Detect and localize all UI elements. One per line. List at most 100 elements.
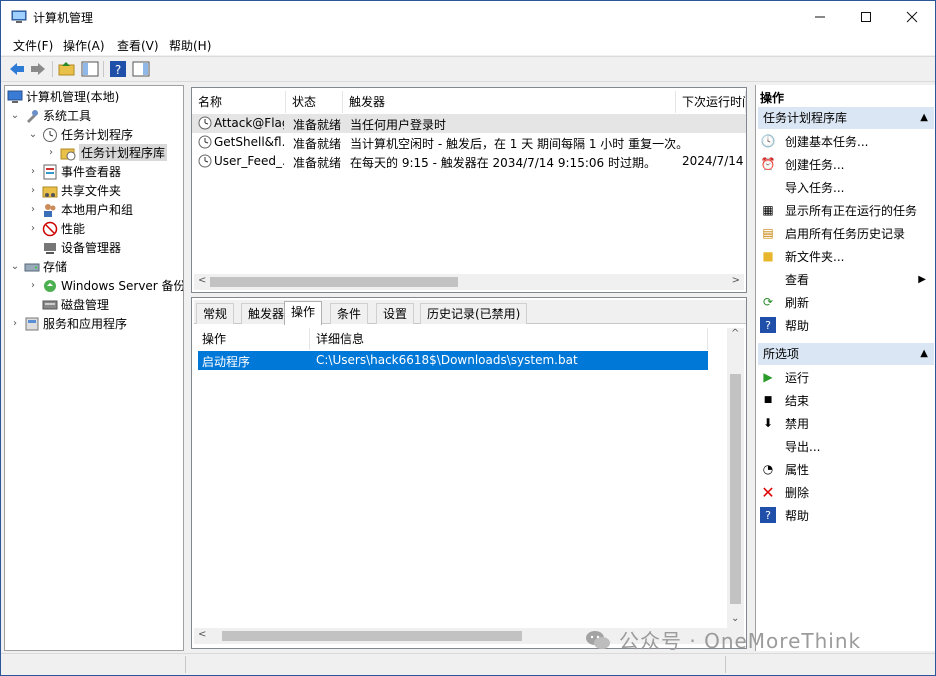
action-run[interactable]: ▶ 运行 (760, 367, 932, 387)
close-button[interactable] (889, 1, 935, 33)
scroll-left-icon[interactable]: < (198, 629, 206, 640)
action-end[interactable]: ■ 结束 (760, 390, 932, 410)
tree-node-services-apps[interactable]: › 服务和应用程序 (9, 314, 127, 333)
back-arrow-icon[interactable] (8, 60, 26, 78)
action-create-basic-task[interactable]: 🕓 创建基本任务... (760, 131, 932, 151)
tree-node-event-viewer[interactable]: › 事件查看器 (27, 162, 121, 181)
scroll-down-icon[interactable]: ⌄ (731, 613, 739, 624)
maximize-button[interactable] (843, 1, 889, 33)
tree-node-task-scheduler[interactable]: ⌄ 任务计划程序 (27, 125, 133, 144)
chevron-right-icon[interactable]: › (9, 318, 21, 329)
folder-icon: ■ (762, 249, 774, 263)
status-bar (1, 653, 935, 675)
tree-node-shared-folders[interactable]: › 共享文件夹 (27, 181, 121, 200)
collapse-icon[interactable]: ▲ (920, 343, 928, 365)
tree-node-windows-backup[interactable]: › Windows Server 备份 (27, 276, 183, 295)
column-header-status[interactable]: 状态 (286, 91, 343, 113)
chevron-down-icon[interactable]: ⌄ (27, 129, 39, 140)
scroll-right-icon[interactable]: > (732, 275, 740, 286)
help-icon: ? (760, 317, 776, 333)
column-header-trigger[interactable]: 触发器 (343, 91, 676, 113)
chevron-right-icon[interactable]: › (27, 166, 39, 177)
action-delete[interactable]: ✕ 删除 (760, 482, 932, 502)
section-header-selected-item[interactable]: 所选项 ▲ (758, 343, 934, 365)
action-display-running-tasks[interactable]: ▦ 显示所有正在运行的任务 (760, 200, 932, 220)
shared-folder-icon (42, 186, 58, 197)
column-header-action[interactable]: 操作 (196, 328, 310, 350)
tab-conditions[interactable]: 条件 (330, 303, 369, 324)
column-header-next-run[interactable]: 下次运行时间 (676, 91, 746, 113)
tab-settings[interactable]: 设置 (376, 303, 415, 324)
detail-vertical-scrollbar[interactable]: ^ ⌄ (727, 328, 744, 628)
chevron-right-icon[interactable]: › (27, 204, 39, 215)
up-folder-icon[interactable] (58, 60, 76, 78)
menu-help[interactable]: 帮助(H) (169, 37, 211, 54)
folder-clock-icon (60, 148, 76, 160)
create-basic-task-icon: 🕓 (760, 134, 776, 148)
action-help[interactable]: ? 帮助 (760, 315, 932, 335)
refresh-icon: ⟳ (762, 295, 774, 309)
tree-node-local-users[interactable]: › 本地用户和组 (27, 200, 133, 219)
tree-node-device-manager[interactable]: 设备管理器 (42, 238, 121, 257)
delete-icon: ✕ (761, 482, 775, 502)
action-enable-history[interactable]: ▤ 启用所有任务历史记录 (760, 223, 932, 243)
action-new-folder[interactable]: ■ 新文件夹... (760, 246, 932, 266)
computer-management-window: 计算机管理 文件(F) 操作(A) 查看(V) 帮助(H) ? 计算机管理(本地… (0, 0, 936, 676)
task-row[interactable]: Attack@Flag 准备就绪 当任何用户登录时 (192, 114, 746, 133)
chevron-right-icon[interactable]: › (27, 185, 39, 196)
tree-node-storage[interactable]: ⌄ 存储 (9, 257, 67, 276)
tools-icon (27, 109, 38, 123)
action-import-task[interactable]: 导入任务... (760, 177, 932, 197)
scroll-thumb[interactable] (730, 374, 741, 604)
scroll-thumb[interactable] (222, 631, 522, 641)
menu-bar: 文件(F) 操作(A) 查看(V) 帮助(H) (1, 33, 935, 55)
chevron-down-icon[interactable]: ⌄ (9, 261, 21, 272)
action-properties[interactable]: ◔ 属性 (760, 459, 932, 479)
action-refresh[interactable]: ⟳ 刷新 (760, 292, 932, 312)
task-row[interactable]: User_Feed_... 准备就绪 在每天的 9:15 - 触发器在 2034… (192, 152, 746, 171)
chevron-right-icon[interactable]: › (45, 147, 57, 158)
action-disable[interactable]: ⬇ 禁用 (760, 413, 932, 433)
scroll-left-icon[interactable]: < (198, 275, 206, 286)
tree-node-performance[interactable]: › 性能 (27, 219, 85, 238)
toolbar: ? (1, 56, 935, 82)
action-view[interactable]: 查看 ▶ (760, 269, 932, 289)
tab-general[interactable]: 常规 (196, 303, 235, 324)
running-tasks-icon: ▦ (762, 203, 774, 217)
menu-file[interactable]: 文件(F) (13, 37, 53, 54)
task-list-horizontal-scrollbar[interactable]: < > (194, 274, 744, 290)
clock-icon (43, 127, 57, 142)
section-header-task-library[interactable]: 任务计划程序库 ▲ (758, 107, 934, 129)
task-row[interactable]: GetShell&fl... 准备就绪 当计算机空闲时 - 触发后，在 1 天 … (192, 133, 746, 152)
chevron-right-icon[interactable]: › (27, 223, 39, 234)
tree-node-root[interactable]: 计算机管理(本地) (7, 87, 119, 106)
tree-node-task-library[interactable]: › 任务计划程序库 (45, 143, 168, 162)
action-create-task[interactable]: ⏰ 创建任务... (760, 154, 932, 174)
detail-tabs: 常规 触发器 操作 条件 设置 历史记录(已禁用) (194, 300, 746, 325)
show-hide-tree-icon[interactable] (81, 60, 99, 78)
help-icon[interactable]: ? (109, 60, 127, 78)
chevron-down-icon[interactable]: ⌄ (9, 110, 21, 121)
action-row[interactable]: 启动程序 C:\Users\hack6618$\Downloads\system… (198, 351, 708, 370)
column-header-name[interactable]: 名称 (192, 91, 286, 113)
tab-history[interactable]: 历史记录(已禁用) (420, 303, 528, 324)
scroll-thumb[interactable] (210, 277, 458, 287)
action-help-selected[interactable]: ? 帮助 (760, 505, 932, 525)
run-icon: ▶ (763, 370, 773, 384)
menu-action[interactable]: 操作(A) (63, 37, 105, 54)
tree-node-disk-management[interactable]: 磁盘管理 (42, 295, 109, 314)
action-export[interactable]: 导出... (760, 436, 932, 456)
chevron-right-icon[interactable]: › (27, 280, 39, 291)
tab-actions[interactable]: 操作 (284, 301, 323, 325)
minimize-button[interactable] (797, 1, 843, 33)
column-header-details[interactable]: 详细信息 (310, 328, 708, 350)
scroll-up-icon[interactable]: ^ (731, 328, 739, 339)
forward-arrow-icon[interactable] (29, 60, 47, 78)
maximize-icon (861, 12, 871, 22)
show-hide-action-pane-icon[interactable] (132, 60, 150, 78)
tree-node-system-tools[interactable]: ⌄ 系统工具 (9, 106, 91, 125)
collapse-icon[interactable]: ▲ (920, 107, 928, 129)
performance-icon (42, 221, 58, 236)
task-clock-icon (198, 135, 212, 149)
menu-view[interactable]: 查看(V) (117, 37, 159, 54)
